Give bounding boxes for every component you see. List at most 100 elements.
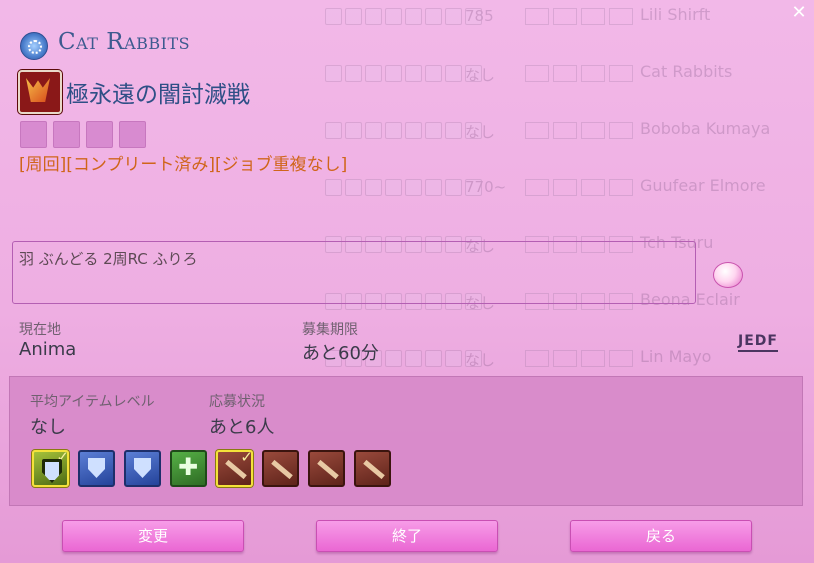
end-button[interactable]: 終了 — [316, 520, 498, 552]
background-row-name: Boboba Kumaya — [640, 119, 771, 138]
gunbreaker-icon: ✓ — [32, 448, 69, 487]
dps-sword-icon — [354, 450, 391, 487]
party-job-slots: ✓✓ — [32, 448, 391, 487]
background-slot — [609, 65, 633, 82]
application-status-value: あと6人 — [209, 417, 275, 438]
background-slot — [365, 8, 382, 25]
background-slot — [525, 350, 549, 367]
category-slots — [20, 121, 146, 148]
background-row-boxes — [325, 122, 482, 139]
background-row-boxes — [325, 8, 482, 25]
category-slot — [20, 121, 47, 148]
avg-item-level-label: 平均アイテムレベル — [30, 394, 155, 410]
background-row-slots — [525, 179, 633, 196]
background-slot — [553, 8, 577, 25]
background-row-boxes — [325, 179, 482, 196]
close-icon[interactable]: ✕ — [790, 4, 808, 22]
free-company-crest-icon — [20, 32, 48, 60]
deadline-value: あと60分 — [302, 343, 379, 364]
filled-check-icon: ✓ — [56, 448, 69, 466]
category-slot — [119, 121, 146, 148]
background-slot — [385, 122, 402, 139]
background-slot — [525, 179, 549, 196]
background-slot — [425, 8, 442, 25]
background-row-slots — [525, 122, 633, 139]
background-slot — [425, 65, 442, 82]
background-slot — [385, 350, 402, 367]
background-row-name: Guufear Elmore — [640, 176, 766, 195]
background-slot — [345, 122, 362, 139]
background-slot — [445, 179, 462, 196]
chat-bubble-icon[interactable] — [713, 262, 743, 288]
background-row-stat: 770~ — [465, 178, 507, 196]
background-slot — [553, 350, 577, 367]
healer-cross-icon — [170, 450, 207, 487]
background-slot — [325, 8, 342, 25]
background-list-row: なし Boboba Kumaya — [325, 119, 814, 141]
background-slot — [445, 8, 462, 25]
duty-title: 極永遠の闇討滅戦 — [66, 82, 250, 108]
background-row-boxes — [325, 65, 482, 82]
background-slot — [425, 122, 442, 139]
background-list-row: なし Cat Rabbits — [325, 62, 814, 84]
background-slot — [609, 350, 633, 367]
dps-sword-icon: ✓ — [216, 448, 253, 487]
background-slot — [445, 350, 462, 367]
background-slot — [609, 122, 633, 139]
background-slot — [405, 122, 422, 139]
background-slot — [609, 179, 633, 196]
comment-text: 羽 ぶんどる 2周RC ふりろ — [19, 250, 198, 268]
background-slot — [345, 8, 362, 25]
background-slot — [581, 122, 605, 139]
recruitment-tags: [周回][コンプリート済み][ジョブ重複なし] — [19, 155, 348, 175]
location-value: Anima — [19, 339, 77, 360]
background-row-slots — [525, 350, 633, 367]
background-slot — [325, 122, 342, 139]
background-list-row: 770~ Guufear Elmore — [325, 176, 814, 198]
jedf-label: JEDF — [738, 333, 778, 352]
tank-shield-icon — [124, 450, 161, 487]
tank-shield-icon — [78, 450, 115, 487]
background-slot — [445, 122, 462, 139]
background-row-name: Lin Mayo — [640, 347, 712, 366]
background-slot — [525, 8, 549, 25]
free-company-name: Cat Rabbits — [58, 29, 191, 55]
background-slot — [405, 179, 422, 196]
dps-sword-icon — [308, 450, 345, 487]
filled-check-icon: ✓ — [240, 448, 253, 466]
dps-sword-icon — [262, 450, 299, 487]
background-row-stat: なし — [465, 351, 496, 369]
background-slot — [445, 65, 462, 82]
background-slot — [581, 65, 605, 82]
recruitment-comment-box: 羽 ぶんどる 2周RC ふりろ — [12, 241, 696, 304]
background-slot — [425, 179, 442, 196]
background-slot — [325, 65, 342, 82]
background-slot — [365, 122, 382, 139]
background-row-name: Lili Shirft — [640, 5, 711, 24]
change-button[interactable]: 変更 — [62, 520, 244, 552]
category-slot — [86, 121, 113, 148]
background-slot — [405, 350, 422, 367]
location-label: 現在地 — [19, 322, 61, 338]
background-slot — [581, 179, 605, 196]
background-slot — [325, 179, 342, 196]
back-button[interactable]: 戻る — [570, 520, 752, 552]
background-slot — [425, 350, 442, 367]
category-slot — [53, 121, 80, 148]
background-slot — [553, 65, 577, 82]
background-row-stat: なし — [465, 123, 496, 141]
avg-item-level-value: なし — [30, 417, 66, 438]
background-slot — [345, 65, 362, 82]
background-slot — [525, 65, 549, 82]
background-slot — [581, 350, 605, 367]
background-slot — [553, 179, 577, 196]
background-row-stat: 785 — [465, 7, 494, 25]
background-slot — [345, 179, 362, 196]
background-row-stat: なし — [465, 66, 496, 84]
deadline-label: 募集期限 — [302, 322, 358, 338]
background-slot — [405, 65, 422, 82]
background-row-slots — [525, 65, 633, 82]
background-row-name: Cat Rabbits — [640, 62, 733, 81]
background-slot — [385, 179, 402, 196]
background-row-slots — [525, 8, 633, 25]
